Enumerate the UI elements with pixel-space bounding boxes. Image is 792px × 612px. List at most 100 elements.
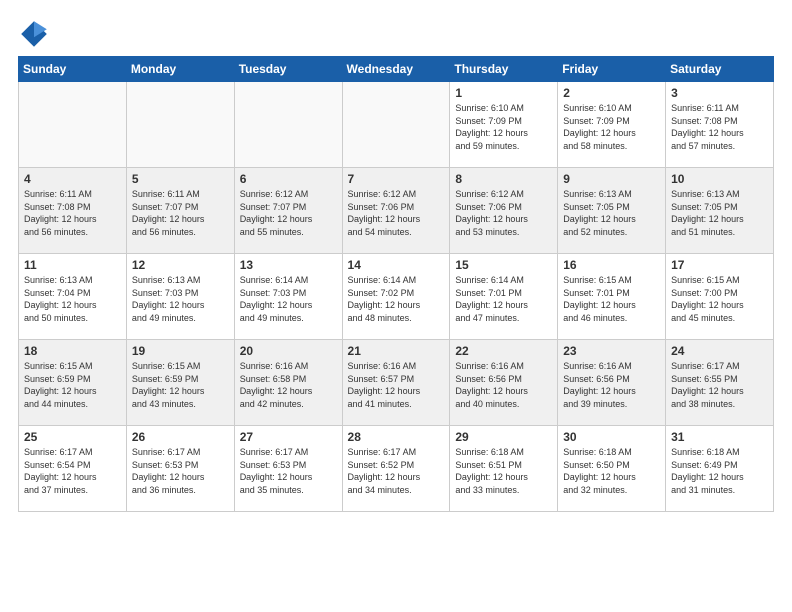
- day-number: 15: [455, 258, 552, 272]
- calendar-cell: 30 Sunrise: 6:18 AM Sunset: 6:50 PM Dayli…: [558, 426, 666, 512]
- day-info: Sunrise: 6:17 AM Sunset: 6:53 PM Dayligh…: [240, 446, 337, 496]
- calendar-cell: 28 Sunrise: 6:17 AM Sunset: 6:52 PM Dayli…: [342, 426, 450, 512]
- logo-icon: [18, 18, 50, 50]
- calendar-cell: 10Sunrise: 6:13 AM Sunset: 7:05 PM Dayli…: [666, 168, 774, 254]
- day-info: Sunrise: 6:16 AM Sunset: 6:58 PM Dayligh…: [240, 360, 337, 410]
- day-info: Sunrise: 6:12 AM Sunset: 7:07 PM Dayligh…: [240, 188, 337, 238]
- calendar-cell: [342, 82, 450, 168]
- calendar-cell: 25Sunrise: 6:17 AM Sunset: 6:54 PM Dayli…: [19, 426, 127, 512]
- calendar-cell: 11 Sunrise: 6:13 AM Sunset: 7:04 PM Dayli…: [19, 254, 127, 340]
- day-info: Sunrise: 6:18 AM Sunset: 6:50 PM Dayligh…: [563, 446, 660, 496]
- day-number: 17: [671, 258, 768, 272]
- day-number: 6: [240, 172, 337, 186]
- calendar-cell: 22 Sunrise: 6:16 AM Sunset: 6:56 PM Dayli…: [450, 340, 558, 426]
- day-number: 20: [240, 344, 337, 358]
- day-info: Sunrise: 6:17 AM Sunset: 6:52 PM Dayligh…: [348, 446, 445, 496]
- calendar-cell: 5Sunrise: 6:11 AM Sunset: 7:07 PM Daylig…: [126, 168, 234, 254]
- day-info: Sunrise: 6:11 AM Sunset: 7:08 PM Dayligh…: [24, 188, 121, 238]
- day-number: 28: [348, 430, 445, 444]
- calendar-week-3: 11 Sunrise: 6:13 AM Sunset: 7:04 PM Dayli…: [19, 254, 774, 340]
- day-number: 22: [455, 344, 552, 358]
- day-number: 31: [671, 430, 768, 444]
- calendar-cell: 27 Sunrise: 6:17 AM Sunset: 6:53 PM Dayli…: [234, 426, 342, 512]
- day-info: Sunrise: 6:14 AM Sunset: 7:02 PM Dayligh…: [348, 274, 445, 324]
- calendar-cell: 18 Sunrise: 6:15 AM Sunset: 6:59 PM Dayli…: [19, 340, 127, 426]
- day-number: 27: [240, 430, 337, 444]
- calendar-week-2: 4 Sunrise: 6:11 AM Sunset: 7:08 PM Daylig…: [19, 168, 774, 254]
- day-info: Sunrise: 6:16 AM Sunset: 6:56 PM Dayligh…: [455, 360, 552, 410]
- day-number: 4: [24, 172, 121, 186]
- calendar-cell: 2Sunrise: 6:10 AM Sunset: 7:09 PM Daylig…: [558, 82, 666, 168]
- day-info: Sunrise: 6:10 AM Sunset: 7:09 PM Dayligh…: [455, 102, 552, 152]
- calendar-week-5: 25Sunrise: 6:17 AM Sunset: 6:54 PM Dayli…: [19, 426, 774, 512]
- calendar-cell: 12Sunrise: 6:13 AM Sunset: 7:03 PM Dayli…: [126, 254, 234, 340]
- day-info: Sunrise: 6:15 AM Sunset: 6:59 PM Dayligh…: [132, 360, 229, 410]
- day-number: 16: [563, 258, 660, 272]
- day-number: 11: [24, 258, 121, 272]
- calendar-cell: 17 Sunrise: 6:15 AM Sunset: 7:00 PM Dayli…: [666, 254, 774, 340]
- calendar-cell: 13 Sunrise: 6:14 AM Sunset: 7:03 PM Dayli…: [234, 254, 342, 340]
- calendar-header-thursday: Thursday: [450, 57, 558, 82]
- day-number: 26: [132, 430, 229, 444]
- day-number: 8: [455, 172, 552, 186]
- day-info: Sunrise: 6:18 AM Sunset: 6:51 PM Dayligh…: [455, 446, 552, 496]
- day-number: 5: [132, 172, 229, 186]
- calendar-week-1: 1 Sunrise: 6:10 AM Sunset: 7:09 PM Daylig…: [19, 82, 774, 168]
- calendar-cell: 8Sunrise: 6:12 AM Sunset: 7:06 PM Daylig…: [450, 168, 558, 254]
- calendar-cell: [19, 82, 127, 168]
- calendar: SundayMondayTuesdayWednesdayThursdayFrid…: [18, 56, 774, 512]
- calendar-week-4: 18 Sunrise: 6:15 AM Sunset: 6:59 PM Dayli…: [19, 340, 774, 426]
- calendar-cell: 9 Sunrise: 6:13 AM Sunset: 7:05 PM Daylig…: [558, 168, 666, 254]
- calendar-cell: 19 Sunrise: 6:15 AM Sunset: 6:59 PM Dayli…: [126, 340, 234, 426]
- calendar-cell: 4 Sunrise: 6:11 AM Sunset: 7:08 PM Daylig…: [19, 168, 127, 254]
- day-info: Sunrise: 6:10 AM Sunset: 7:09 PM Dayligh…: [563, 102, 660, 152]
- day-info: Sunrise: 6:14 AM Sunset: 7:01 PM Dayligh…: [455, 274, 552, 324]
- day-number: 9: [563, 172, 660, 186]
- day-number: 29: [455, 430, 552, 444]
- calendar-cell: 7 Sunrise: 6:12 AM Sunset: 7:06 PM Daylig…: [342, 168, 450, 254]
- calendar-cell: 29 Sunrise: 6:18 AM Sunset: 6:51 PM Dayli…: [450, 426, 558, 512]
- day-info: Sunrise: 6:17 AM Sunset: 6:54 PM Dayligh…: [24, 446, 121, 496]
- day-number: 24: [671, 344, 768, 358]
- page: SundayMondayTuesdayWednesdayThursdayFrid…: [0, 0, 792, 522]
- calendar-cell: 23 Sunrise: 6:16 AM Sunset: 6:56 PM Dayli…: [558, 340, 666, 426]
- day-number: 21: [348, 344, 445, 358]
- day-info: Sunrise: 6:13 AM Sunset: 7:04 PM Dayligh…: [24, 274, 121, 324]
- day-number: 1: [455, 86, 552, 100]
- calendar-cell: 14Sunrise: 6:14 AM Sunset: 7:02 PM Dayli…: [342, 254, 450, 340]
- day-info: Sunrise: 6:11 AM Sunset: 7:08 PM Dayligh…: [671, 102, 768, 152]
- calendar-cell: [234, 82, 342, 168]
- day-info: Sunrise: 6:13 AM Sunset: 7:05 PM Dayligh…: [563, 188, 660, 238]
- day-number: 3: [671, 86, 768, 100]
- calendar-cell: 31 Sunrise: 6:18 AM Sunset: 6:49 PM Dayli…: [666, 426, 774, 512]
- calendar-cell: 26 Sunrise: 6:17 AM Sunset: 6:53 PM Dayli…: [126, 426, 234, 512]
- calendar-header-tuesday: Tuesday: [234, 57, 342, 82]
- day-info: Sunrise: 6:12 AM Sunset: 7:06 PM Dayligh…: [348, 188, 445, 238]
- day-number: 7: [348, 172, 445, 186]
- day-number: 18: [24, 344, 121, 358]
- header: [18, 18, 774, 50]
- day-number: 23: [563, 344, 660, 358]
- calendar-cell: 21 Sunrise: 6:16 AM Sunset: 6:57 PM Dayli…: [342, 340, 450, 426]
- calendar-cell: 3 Sunrise: 6:11 AM Sunset: 7:08 PM Daylig…: [666, 82, 774, 168]
- logo: [18, 18, 56, 50]
- day-number: 30: [563, 430, 660, 444]
- day-number: 13: [240, 258, 337, 272]
- day-info: Sunrise: 6:15 AM Sunset: 7:00 PM Dayligh…: [671, 274, 768, 324]
- calendar-header-saturday: Saturday: [666, 57, 774, 82]
- day-info: Sunrise: 6:13 AM Sunset: 7:03 PM Dayligh…: [132, 274, 229, 324]
- day-info: Sunrise: 6:18 AM Sunset: 6:49 PM Dayligh…: [671, 446, 768, 496]
- day-number: 19: [132, 344, 229, 358]
- calendar-header-sunday: Sunday: [19, 57, 127, 82]
- day-info: Sunrise: 6:13 AM Sunset: 7:05 PM Dayligh…: [671, 188, 768, 238]
- day-info: Sunrise: 6:16 AM Sunset: 6:57 PM Dayligh…: [348, 360, 445, 410]
- calendar-header-friday: Friday: [558, 57, 666, 82]
- day-info: Sunrise: 6:15 AM Sunset: 7:01 PM Dayligh…: [563, 274, 660, 324]
- calendar-cell: [126, 82, 234, 168]
- calendar-header-row: SundayMondayTuesdayWednesdayThursdayFrid…: [19, 57, 774, 82]
- day-info: Sunrise: 6:14 AM Sunset: 7:03 PM Dayligh…: [240, 274, 337, 324]
- calendar-header-wednesday: Wednesday: [342, 57, 450, 82]
- day-info: Sunrise: 6:16 AM Sunset: 6:56 PM Dayligh…: [563, 360, 660, 410]
- day-info: Sunrise: 6:15 AM Sunset: 6:59 PM Dayligh…: [24, 360, 121, 410]
- day-info: Sunrise: 6:17 AM Sunset: 6:53 PM Dayligh…: [132, 446, 229, 496]
